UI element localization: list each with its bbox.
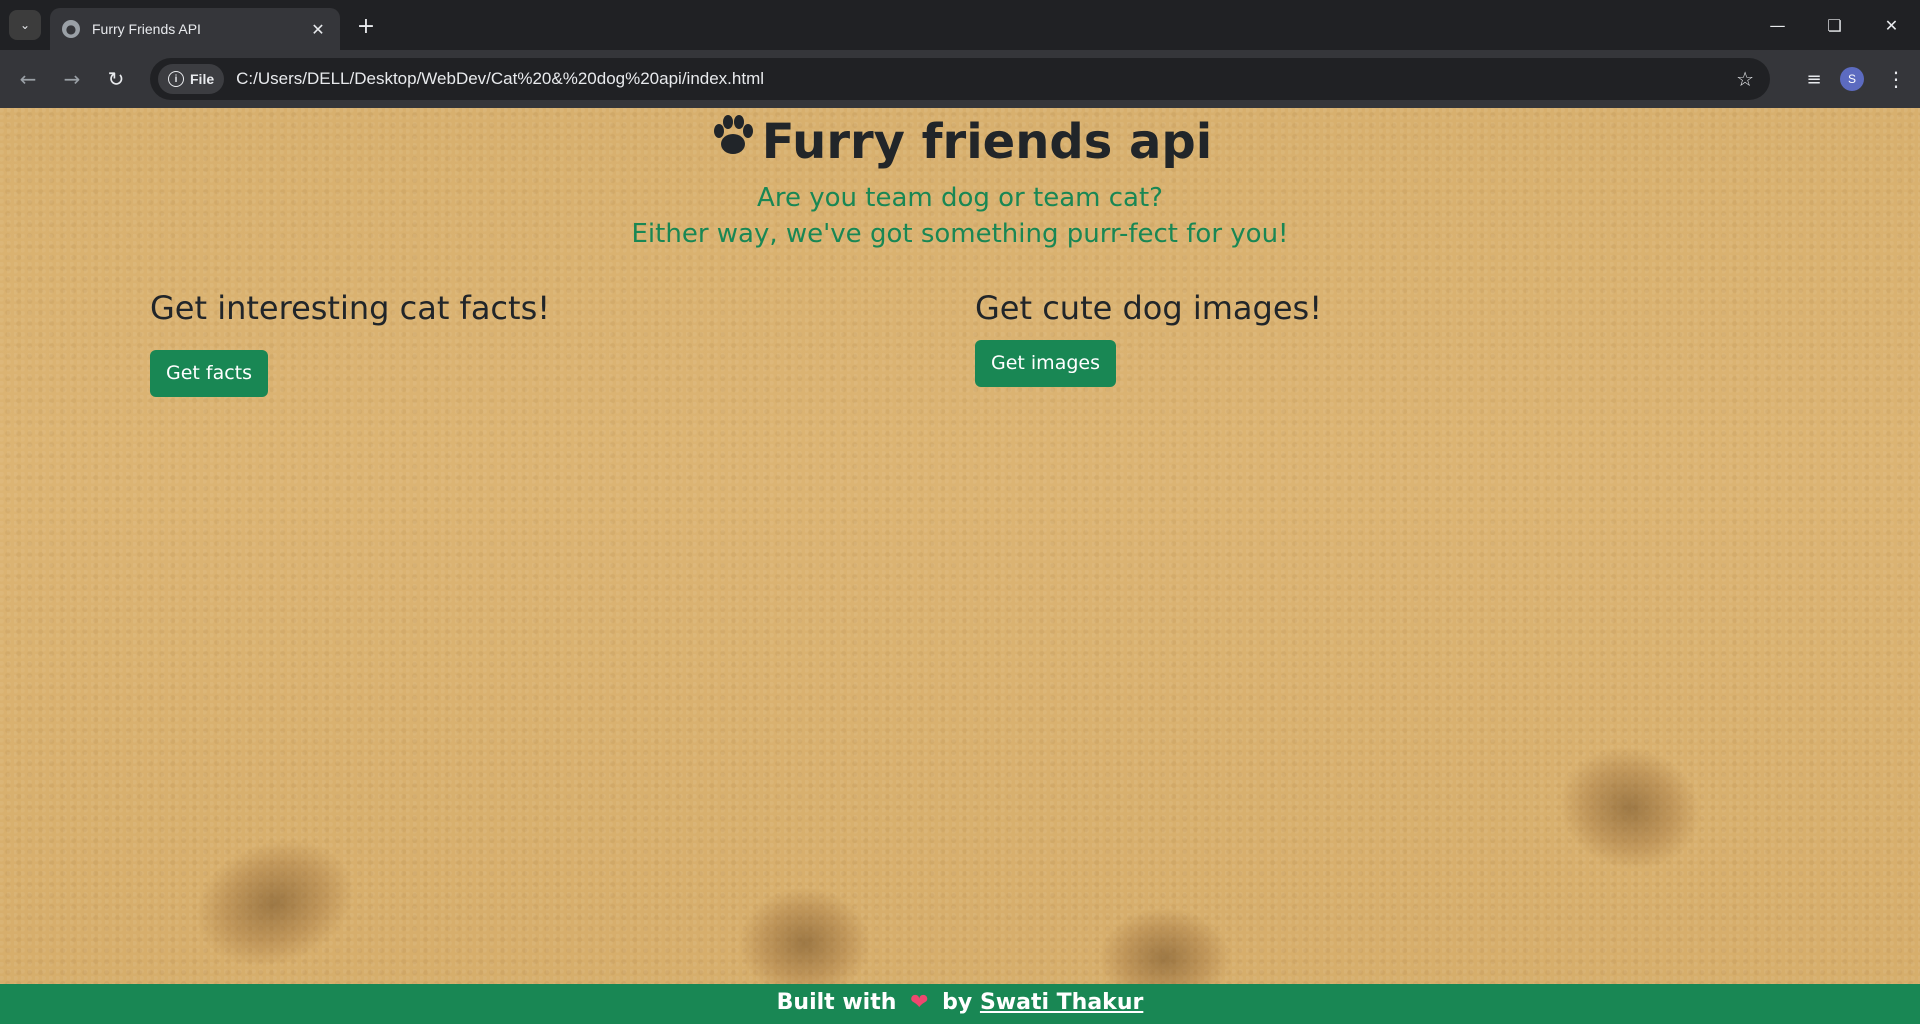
footer: Built with ❤ by Swati Thakur [0,984,1920,1024]
url-text[interactable]: C:/Users/DELL/Desktop/WebDev/Cat%20&%20d… [236,69,1736,89]
pawprint-decoration [740,888,870,998]
dog-section: Get cute dog images! Get images [975,286,1322,387]
pawprint-decoration [179,819,371,987]
footer-by: by [942,990,973,1015]
cat-section: Get interesting cat facts! Get facts [150,286,550,397]
cat-section-heading: Get interesting cat facts! [150,289,551,327]
media-icon[interactable]: ≡ [1794,69,1834,90]
forward-icon[interactable]: → [56,63,88,95]
heart-icon: ❤ [910,990,929,1015]
info-icon: i [168,71,184,87]
tab-search-icon[interactable]: ⌄ [9,10,41,40]
toolbar-right: ≡ S ⋮ [1794,50,1920,108]
site-info-chip[interactable]: i File [158,64,225,94]
maximize-icon[interactable]: ❏ [1806,0,1863,50]
minimize-icon[interactable]: — [1749,0,1806,50]
browser-toolbar: ← → ↻ i File C:/Users/DELL/Desktop/WebDe… [0,50,1920,108]
get-images-button[interactable]: Get images [975,340,1116,387]
get-facts-button[interactable]: Get facts [150,350,269,397]
page-viewport: Furry friends api Are you team dog or te… [0,108,1920,1024]
browser-tab-bar: ⌄ ● Furry Friends API ✕ + — ❏ ✕ [0,0,1920,50]
subtitle: Are you team dog or team cat? Either way… [0,180,1920,252]
dog-section-heading: Get cute dog images! [975,289,1323,327]
menu-icon[interactable]: ⋮ [1878,67,1914,91]
close-icon[interactable]: ✕ [1863,0,1920,50]
footer-prefix: Built with [776,990,897,1015]
reload-icon[interactable]: ↻ [100,63,132,95]
star-icon[interactable]: ☆ [1736,67,1754,91]
address-bar[interactable]: i File C:/Users/DELL/Desktop/WebDev/Cat%… [150,58,1770,100]
avatar[interactable]: S [1840,67,1864,91]
page-title-text: Furry friends api [761,114,1213,170]
browser-tab[interactable]: ● Furry Friends API ✕ [50,8,340,50]
back-icon[interactable]: ← [12,63,44,95]
globe-icon: ● [62,20,80,38]
tab-title: Furry Friends API [92,21,201,37]
new-tab-button[interactable]: + [352,12,380,40]
page-title: Furry friends api [0,108,1920,179]
tab-close-icon[interactable]: ✕ [308,20,328,39]
subtitle-line-2: Either way, we've got something purr-fec… [631,219,1289,249]
window-controls: — ❏ ✕ [1749,0,1920,50]
author-link[interactable]: Swati Thakur [980,990,1143,1015]
file-chip-label: File [190,71,215,87]
subtitle-line-1: Are you team dog or team cat? [757,183,1163,213]
pawprint-decoration [1546,731,1714,885]
paw-icon [708,111,758,179]
